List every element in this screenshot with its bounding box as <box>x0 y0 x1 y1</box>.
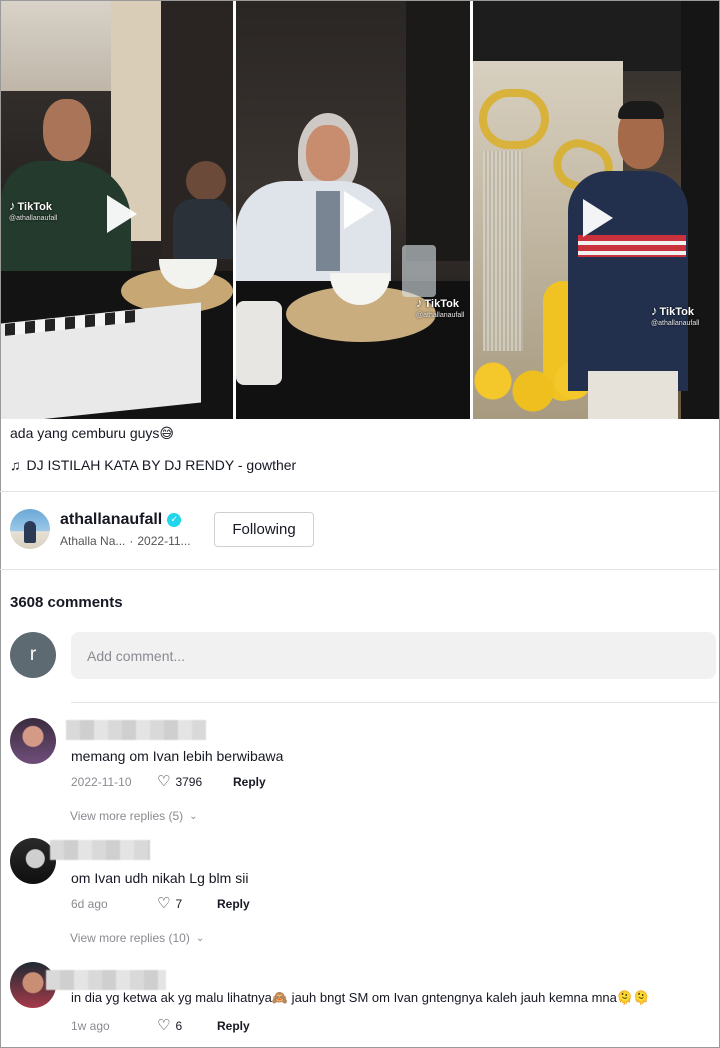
add-comment-input[interactable] <box>71 632 716 679</box>
comment-meta: 6d ago ♡ 7 Reply <box>71 896 250 911</box>
gold-balloon-letters <box>479 89 549 149</box>
tiktok-note-icon: ♪ <box>651 303 658 318</box>
author-avatar[interactable] <box>10 509 50 549</box>
author-subline: Athalla Na... · 2022-11... <box>60 534 191 548</box>
author-username-row[interactable]: athallanaufall ✓ <box>60 511 191 529</box>
author-display-name: Athalla Na... <box>60 533 126 548</box>
verified-badge-icon: ✓ <box>167 512 182 527</box>
music-note-icon: ♫ <box>10 457 21 473</box>
woman-face <box>306 125 350 181</box>
comment-text: om Ivan udh nikah Lg blm sii <box>71 870 249 886</box>
tiktok-note-icon: ♪ <box>9 198 16 213</box>
child-head <box>186 161 226 201</box>
divider <box>0 491 718 492</box>
comment-item: om Ivan udh nikah Lg blm sii 6d ago ♡ 7 R… <box>10 836 710 946</box>
comment-date: 6d ago <box>71 896 108 911</box>
glass <box>402 245 436 297</box>
comment-date: 1w ago <box>71 1018 110 1033</box>
chevron-down-icon: ⌄ <box>189 810 198 822</box>
current-user-avatar: r <box>10 632 56 678</box>
author-username[interactable]: athallanaufall <box>60 511 162 529</box>
like-button[interactable]: ♡ 7 <box>157 896 217 911</box>
divider <box>0 569 718 570</box>
comment-date: 2022-11-10 <box>71 774 132 789</box>
commenter-name-blurred[interactable] <box>46 970 166 990</box>
video-tile-2[interactable]: ♪ TikTok @athallanaufall <box>236 1 470 419</box>
commenter-name-blurred[interactable] <box>50 840 150 860</box>
play-icon[interactable] <box>344 191 374 229</box>
comments-count: 3608 comments <box>10 594 123 611</box>
comment-text: in dia yg ketwa ak yg malu lihatnya🙈 jau… <box>71 990 650 1005</box>
author-info: athallanaufall ✓ Athalla Na... · 2022-11… <box>60 511 191 548</box>
tiktok-handle: @athallanaufall <box>416 312 465 319</box>
music-link[interactable]: ♫ DJ ISTILAH KATA BY DJ RENDY - gowther <box>10 457 296 473</box>
comment-item: in dia yg ketwa ak yg malu lihatnya🙈 jau… <box>10 960 710 1040</box>
dark-doorframe <box>406 1 470 261</box>
video-grid: ♪ TikTok @athallanaufall ♪ TikTok @athalla… <box>1 1 719 419</box>
comment-meta: 1w ago ♡ 6 Reply <box>71 1018 250 1033</box>
person-head <box>43 99 91 161</box>
view-more-replies[interactable]: View more replies (5) ⌄ <box>70 809 198 823</box>
comment-meta: 2022-11-10 ♡ 3796 Reply <box>71 774 266 789</box>
commenter-name-blurred[interactable] <box>66 720 206 740</box>
tiktok-watermark: ♪ TikTok <box>651 303 694 318</box>
child-body <box>173 199 233 259</box>
comment-text: memang om Ivan lebih berwibawa <box>71 748 284 764</box>
reply-button[interactable]: Reply <box>217 1019 250 1033</box>
commenter-avatar[interactable] <box>10 718 56 764</box>
tiktok-watermark: ♪ TikTok <box>416 295 459 310</box>
man-hair <box>618 101 664 119</box>
author-block: athallanaufall ✓ Athalla Na... · 2022-11… <box>10 509 191 549</box>
post-date: 2022-11... <box>137 533 191 548</box>
play-icon[interactable] <box>583 199 613 237</box>
divider <box>71 702 718 703</box>
video-tile-1[interactable]: ♪ TikTok @athallanaufall <box>1 1 233 419</box>
jar <box>236 301 282 385</box>
like-count: 7 <box>175 896 183 911</box>
scarf <box>316 191 340 271</box>
heart-icon: ♡ <box>157 895 171 912</box>
like-button[interactable]: ♡ 6 <box>157 1018 217 1033</box>
tiktok-handle: @athallanaufall <box>9 215 58 222</box>
view-more-replies-label: View more replies (10) <box>70 931 190 945</box>
video-tile-3[interactable]: ♪ TikTok @athallanaufall <box>473 1 719 419</box>
man-trousers <box>588 371 678 419</box>
comment-item: memang om Ivan lebih berwibawa 2022-11-1… <box>10 716 710 826</box>
reply-button[interactable]: Reply <box>217 897 250 911</box>
view-more-replies-label: View more replies (5) <box>70 809 184 823</box>
shirt-stripes <box>578 235 686 257</box>
music-title: DJ ISTILAH KATA BY DJ RENDY - gowther <box>26 457 297 473</box>
play-icon[interactable] <box>107 195 137 233</box>
author-separator: · <box>129 533 134 548</box>
like-count: 3796 <box>175 774 203 789</box>
tiktok-watermark: ♪ TikTok <box>9 198 52 213</box>
like-button[interactable]: ♡ 3796 <box>157 774 233 789</box>
chevron-down-icon: ⌄ <box>195 932 205 944</box>
like-count: 6 <box>175 1018 183 1033</box>
heart-icon: ♡ <box>157 1017 171 1034</box>
video-caption: ada yang cemburu guys😅 <box>10 425 175 441</box>
heart-icon: ♡ <box>157 773 171 790</box>
view-more-replies[interactable]: View more replies (10) ⌄ <box>70 931 204 945</box>
tinsel-curtain <box>483 151 523 351</box>
tiktok-handle: @athallanaufall <box>651 320 700 327</box>
following-button[interactable]: Following <box>214 512 314 547</box>
reply-button[interactable]: Reply <box>233 775 266 789</box>
tiktok-note-icon: ♪ <box>416 295 423 310</box>
